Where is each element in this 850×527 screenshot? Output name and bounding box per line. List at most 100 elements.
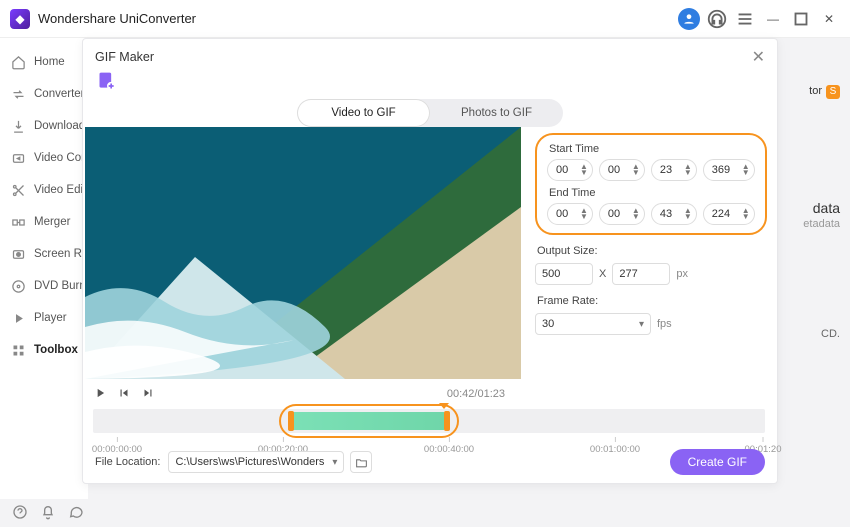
start-sec-stepper[interactable]: ▲▼ [651,159,697,181]
sidebar-item-label: Home [34,56,65,68]
merge-icon [10,214,26,230]
start-hour-stepper[interactable]: ▲▼ [547,159,593,181]
stepper-arrows-icon[interactable]: ▲▼ [742,208,750,220]
bell-icon[interactable] [40,504,56,523]
stepper-arrows-icon[interactable]: ▲▼ [580,164,588,176]
tab-video-to-gif[interactable]: Video to GIF [297,99,430,127]
stepper-arrows-icon[interactable]: ▲▼ [742,164,750,176]
sidebar-item-label: Video Compressor [34,152,88,164]
app-logo-icon: ◆ [10,9,30,29]
maximize-button[interactable] [790,8,812,30]
range-end-handle[interactable] [444,411,450,431]
close-icon[interactable]: ✕ [752,47,765,67]
sidebar-item-label: Downloader [34,120,88,132]
file-location-label: File Location: [95,456,160,468]
start-ms-input[interactable] [712,164,742,176]
bg-tool-label: tor [809,85,822,97]
output-size-label: Output Size: [537,245,767,257]
sidebar-item-home[interactable]: Home [0,46,88,78]
bg-metadata-label: etadata [803,218,840,230]
create-gif-button[interactable]: Create GIF [670,449,765,475]
sidebar-item-label: Video Editor [34,184,88,196]
end-hour-stepper[interactable]: ▲▼ [547,203,593,225]
prev-frame-button[interactable] [117,386,131,403]
premium-badge-icon: S [826,85,840,99]
play-button[interactable] [93,386,107,403]
playback-controls: 00:42/01:23 [93,383,765,405]
sidebar-item-merger[interactable]: Merger [0,206,88,238]
playhead-icon[interactable] [439,403,449,409]
sidebar-item-recorder[interactable]: Screen Recorder [0,238,88,270]
sidebar-item-label: Merger [34,216,70,228]
compress-icon [10,150,26,166]
selection-range[interactable] [292,412,444,430]
stepper-arrows-icon[interactable]: ▲▼ [684,208,692,220]
scissors-icon [10,182,26,198]
stepper-arrows-icon[interactable]: ▲▼ [580,208,588,220]
sidebar-item-compressor[interactable]: Video Compressor [0,142,88,174]
start-min-input[interactable] [608,164,632,176]
gif-maker-modal: GIF Maker ✕ Video to GIF Photos to GIF [82,38,778,484]
start-time-label: Start Time [549,143,755,155]
stepper-arrows-icon[interactable]: ▲▼ [684,164,692,176]
sidebar-item-label: Toolbox [34,344,78,356]
next-frame-button[interactable] [141,386,155,403]
menu-icon[interactable] [734,8,756,30]
frame-rate-select[interactable]: 30 [535,313,651,335]
account-icon[interactable] [678,8,700,30]
sidebar-item-player[interactable]: Player [0,302,88,334]
title-bar: ◆ Wondershare UniConverter — ✕ [0,0,850,38]
sidebar-item-dvd[interactable]: DVD Burner [0,270,88,302]
support-icon[interactable] [706,8,728,30]
record-icon [10,246,26,262]
sidebar-item-toolbox[interactable]: Toolbox [0,334,88,366]
sidebar-item-label: DVD Burner [34,280,88,292]
convert-icon [10,86,26,102]
close-window-button[interactable]: ✕ [818,8,840,30]
end-hour-input[interactable] [556,208,580,220]
add-file-icon [97,71,117,91]
playback-time: 00:42/01:23 [447,388,505,400]
folder-icon [355,456,368,469]
minimize-button[interactable]: — [762,8,784,30]
status-bar [0,499,84,527]
stepper-arrows-icon[interactable]: ▲▼ [632,208,640,220]
open-folder-button[interactable] [350,451,372,473]
sidebar-item-editor[interactable]: Video Editor [0,174,88,206]
start-min-stepper[interactable]: ▲▼ [599,159,645,181]
app-title: Wondershare UniConverter [38,11,196,26]
bg-cd-label: CD. [821,328,840,340]
end-sec-input[interactable] [660,208,684,220]
start-sec-input[interactable] [660,164,684,176]
output-width-input[interactable] [535,263,593,285]
disc-icon [10,278,26,294]
create-gif-label: Create GIF [688,455,747,469]
feedback-icon[interactable] [68,504,84,523]
end-sec-stepper[interactable]: ▲▼ [651,203,697,225]
sidebar-item-converter[interactable]: Converter [0,78,88,110]
sidebar-item-downloader[interactable]: Downloader [0,110,88,142]
modal-title: GIF Maker [95,50,154,64]
end-ms-input[interactable] [712,208,742,220]
end-ms-stepper[interactable]: ▲▼ [703,203,755,225]
end-min-stepper[interactable]: ▲▼ [599,203,645,225]
end-min-input[interactable] [608,208,632,220]
help-icon[interactable] [12,504,28,523]
download-icon [10,118,26,134]
add-file-button[interactable] [83,71,777,98]
time-range-group: Start Time ▲▼ ▲▼ ▲▼ ▲▼ End Time ▲▼ ▲▼ ▲▼… [535,133,767,235]
range-start-handle[interactable] [288,411,294,431]
background-panel: torS data etadata CD. [780,60,840,460]
x-separator: X [599,268,606,280]
video-preview[interactable] [85,127,521,379]
frame-rate-value: 30 [542,318,554,330]
tab-photos-to-gif[interactable]: Photos to GIF [430,99,563,127]
start-ms-stepper[interactable]: ▲▼ [703,159,755,181]
output-height-input[interactable] [612,263,670,285]
sidebar: Home Converter Downloader Video Compress… [0,38,88,499]
fps-unit: fps [657,318,672,330]
start-hour-input[interactable] [556,164,580,176]
stepper-arrows-icon[interactable]: ▲▼ [632,164,640,176]
file-location-select[interactable]: C:\Users\ws\Pictures\Wonders [168,451,344,473]
px-unit: px [676,268,688,280]
